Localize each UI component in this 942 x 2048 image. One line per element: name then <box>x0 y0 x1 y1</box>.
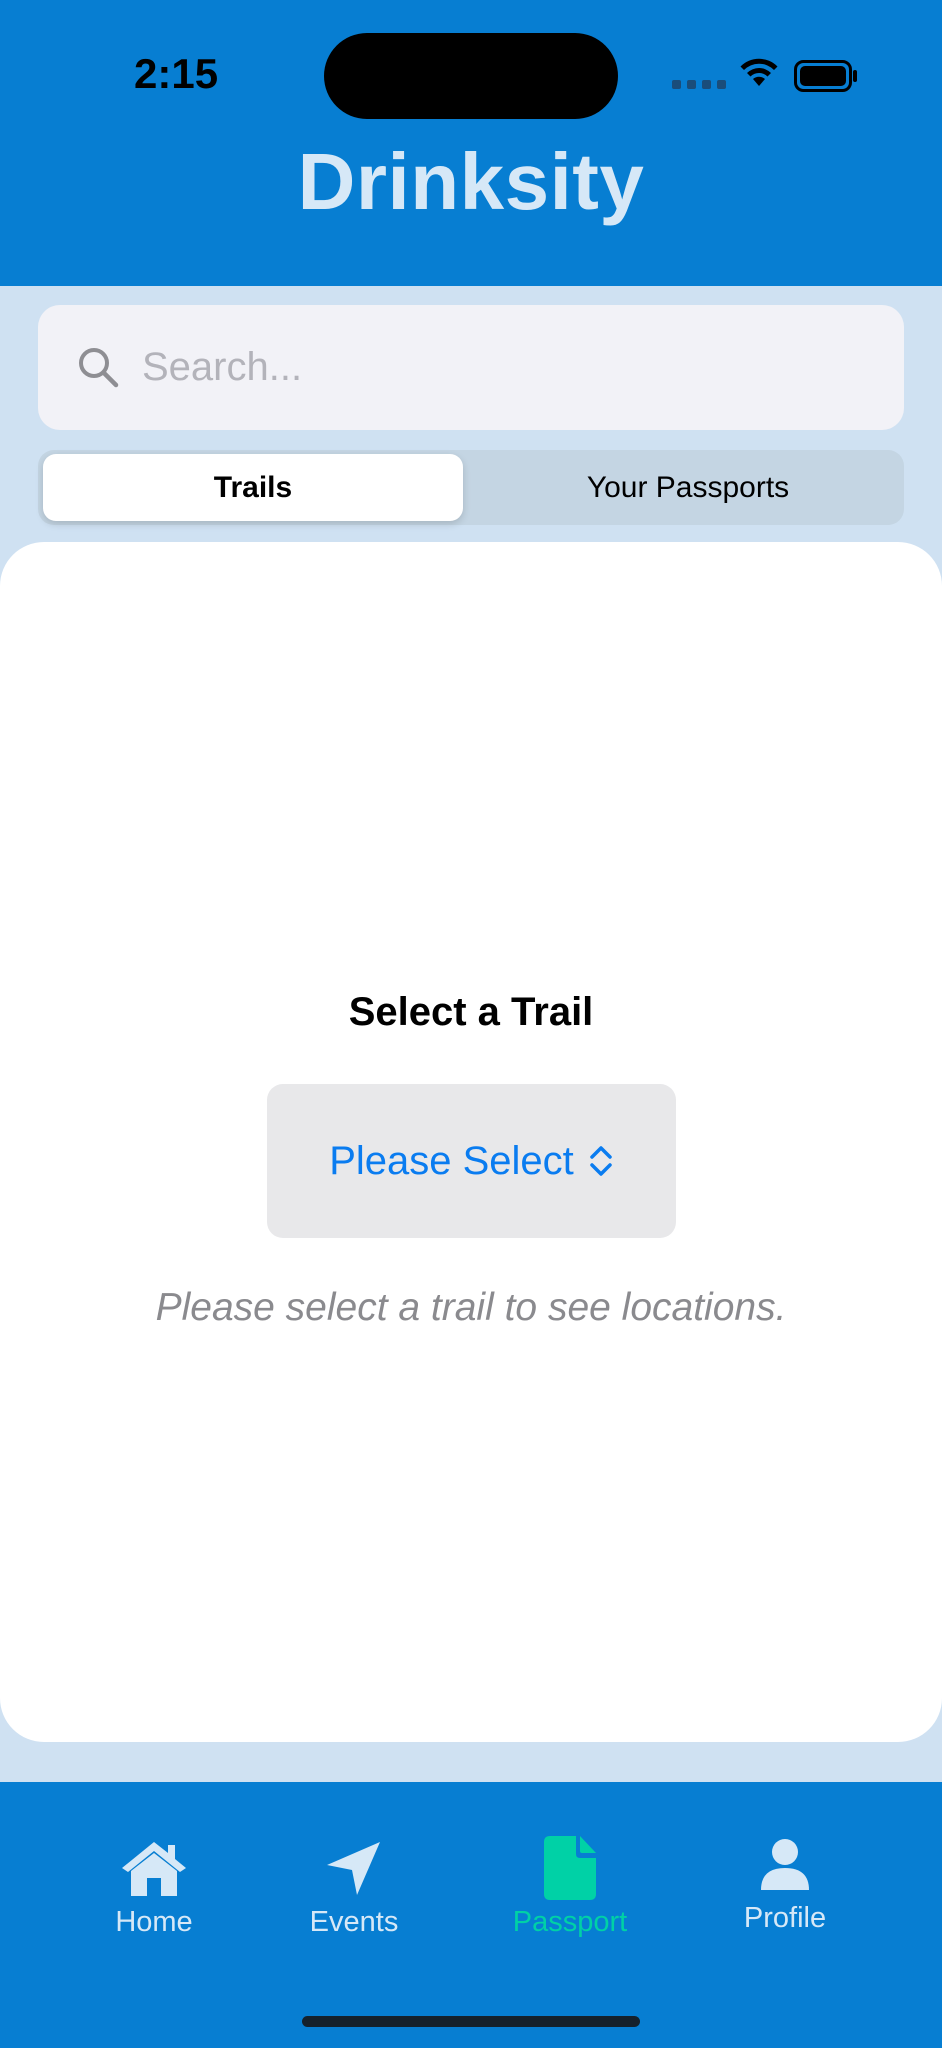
content-card: Select a Trail Please Select Please sele… <box>0 542 942 1742</box>
tab-home-label: Home <box>115 1906 193 1938</box>
cellular-signal-icon <box>672 80 726 89</box>
tab-bar: Home Events Passport Profile <box>0 1782 942 2048</box>
search-bar[interactable] <box>38 305 904 430</box>
tab-profile-label: Profile <box>743 1902 827 1934</box>
select-trail-heading: Select a Trail <box>348 990 594 1034</box>
search-icon <box>79 348 119 388</box>
status-icons <box>672 56 862 96</box>
search-input[interactable] <box>142 305 862 430</box>
person-icon <box>761 1839 809 1890</box>
segmented-control: Trails Your Passports <box>38 450 904 525</box>
segment-your-passports[interactable]: Your Passports <box>478 454 898 521</box>
segment-trails[interactable]: Trails <box>43 454 463 521</box>
dynamic-island <box>324 33 618 119</box>
tab-profile[interactable]: Profile <box>705 1782 865 1962</box>
tab-passport[interactable]: Passport <box>490 1782 650 1962</box>
tab-home[interactable]: Home <box>74 1782 234 1962</box>
app-title: Drinksity <box>297 137 645 226</box>
trail-picker-label: Please Select <box>329 1138 574 1183</box>
tab-passport-label: Passport <box>512 1906 628 1938</box>
empty-state-hint: Please select a trail to see locations. <box>155 1286 787 1329</box>
document-icon <box>544 1836 596 1900</box>
home-indicator <box>302 2016 640 2027</box>
app-header: 2:15 Drinksity <box>0 0 942 286</box>
tab-events-label: Events <box>309 1906 399 1938</box>
wifi-icon <box>740 58 778 86</box>
tab-events[interactable]: Events <box>274 1782 434 1962</box>
trail-picker[interactable]: Please Select <box>267 1084 676 1238</box>
status-time: 2:15 <box>134 50 219 97</box>
house-icon <box>122 1842 186 1896</box>
battery-icon <box>794 60 857 92</box>
chevron-up-down-icon <box>590 1146 612 1176</box>
location-arrow-icon <box>327 1842 380 1895</box>
